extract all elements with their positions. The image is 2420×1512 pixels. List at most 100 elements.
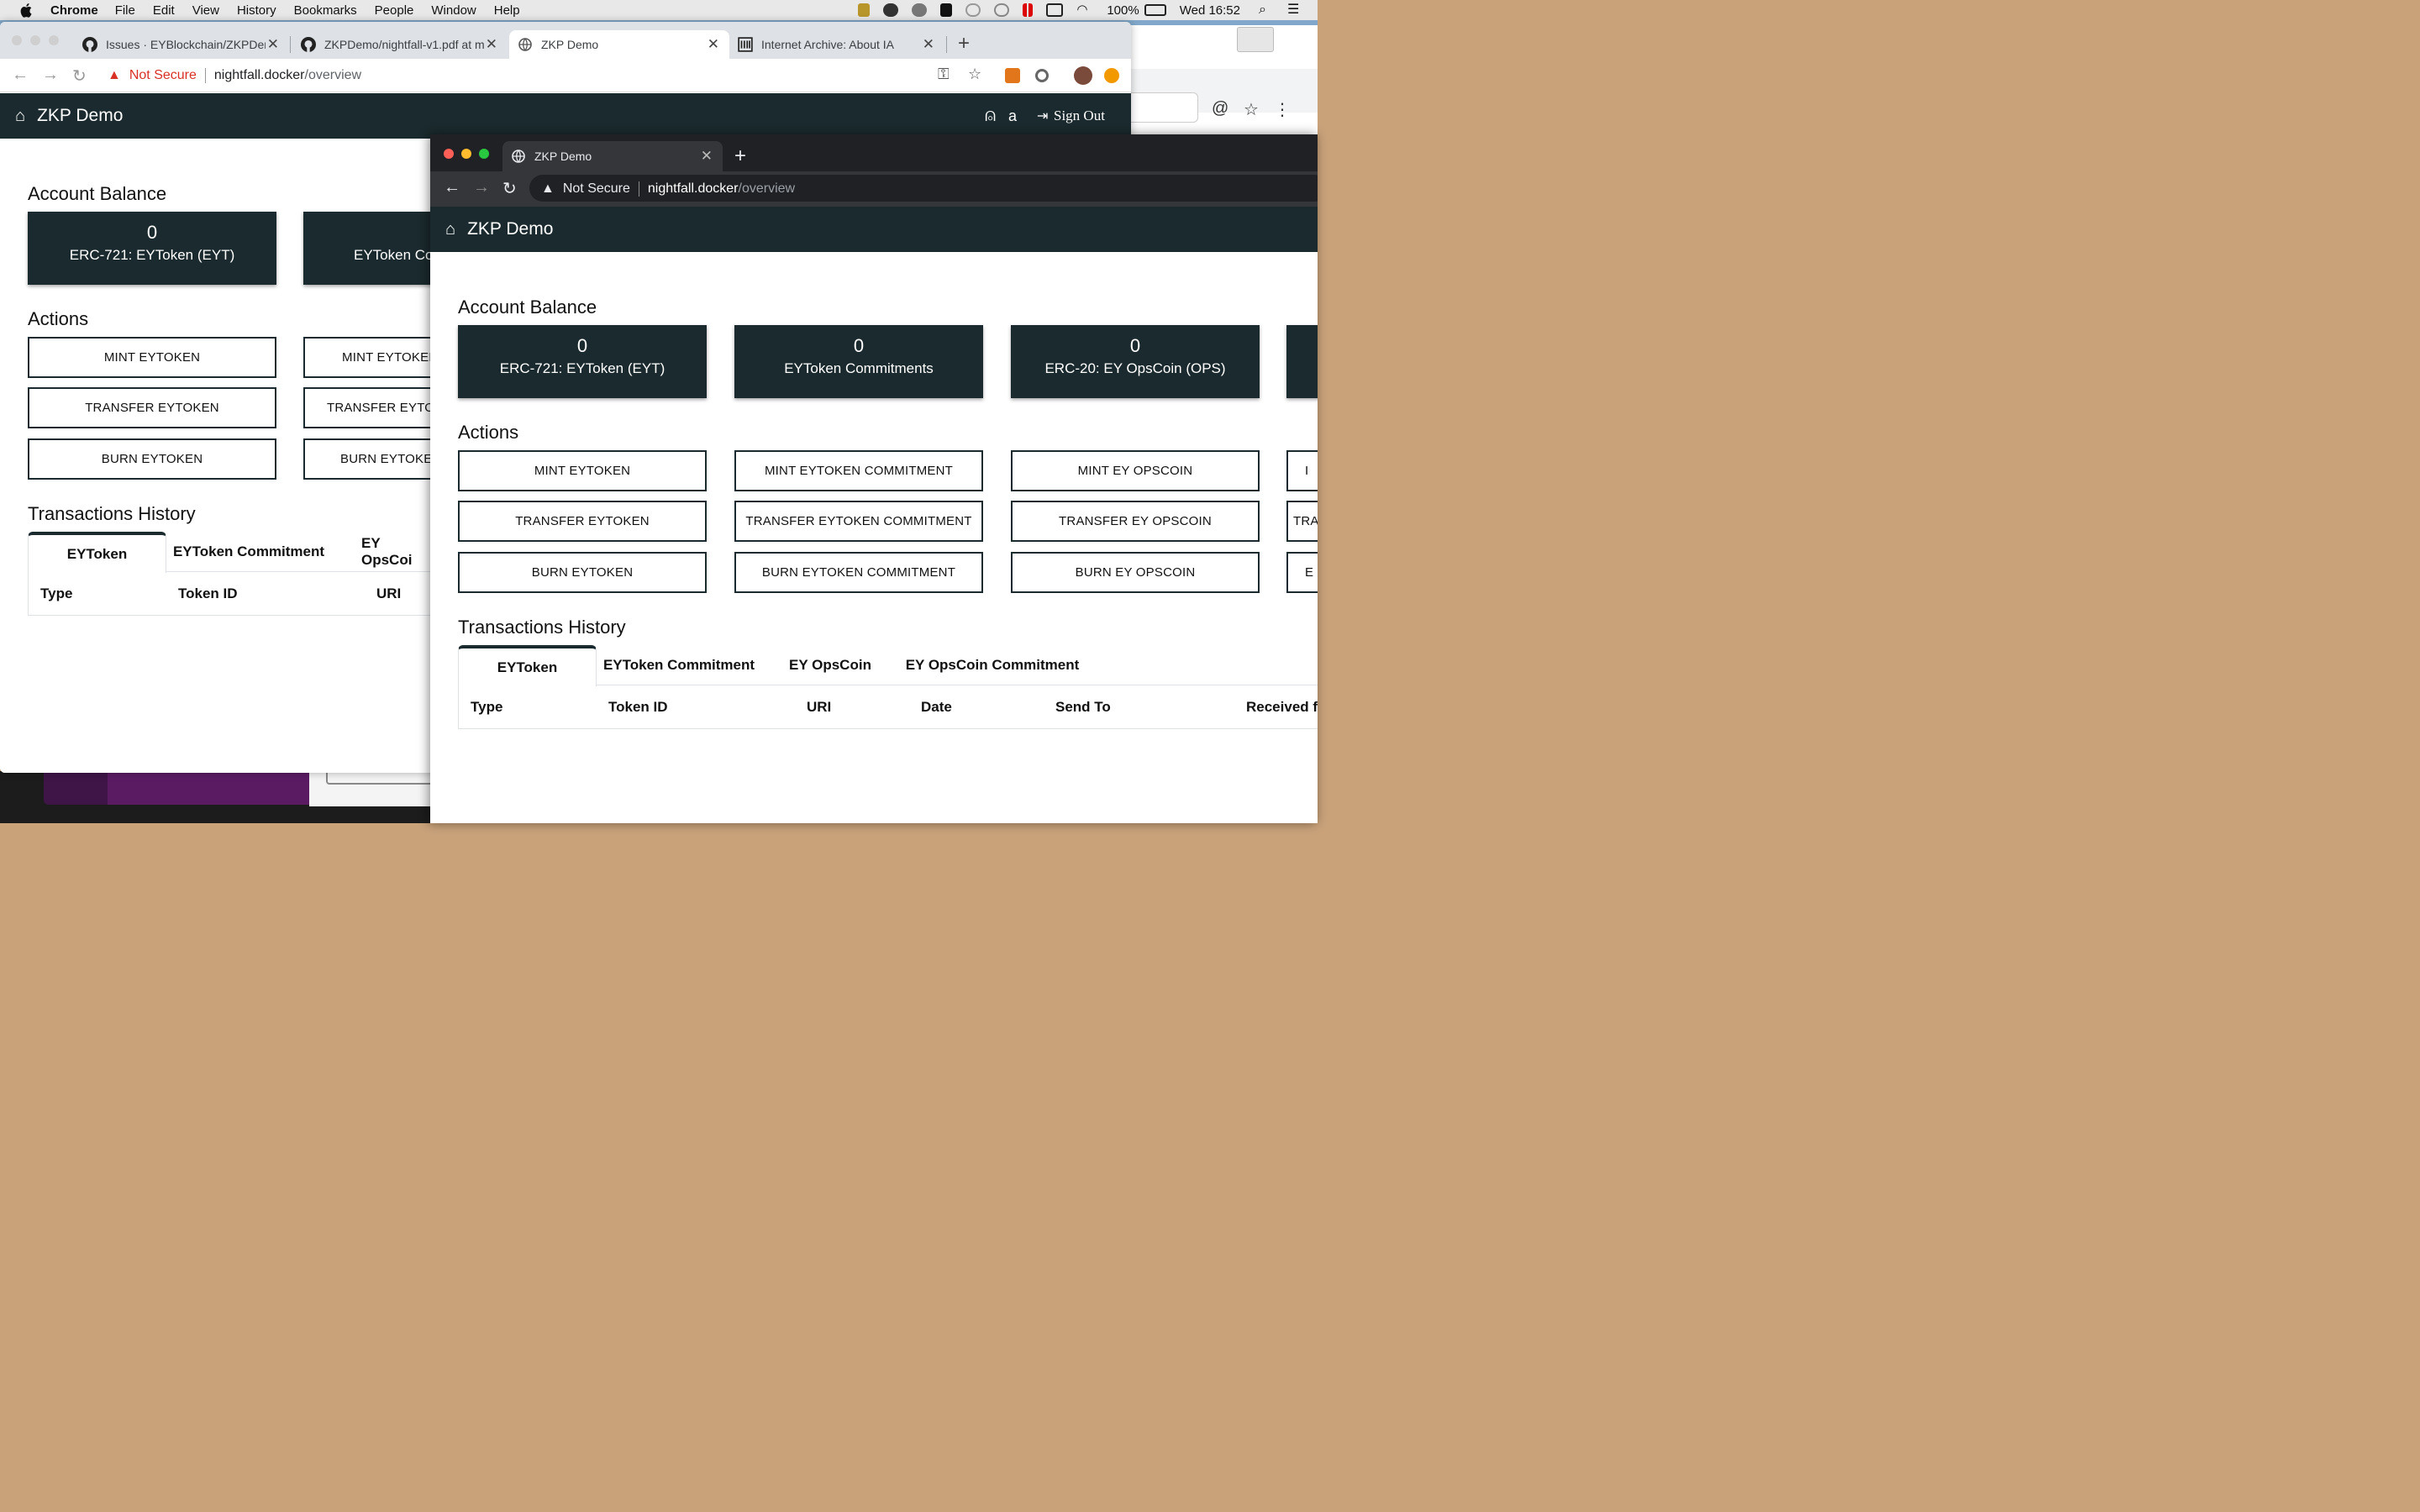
shield-status-icon[interactable] bbox=[858, 3, 871, 17]
burn-eytoken-commitment-button[interactable]: BURN EYTOKEN COMMITMENT bbox=[734, 552, 983, 593]
close-window-button[interactable] bbox=[444, 149, 454, 159]
wifi-icon[interactable]: ◠ bbox=[1076, 3, 1093, 17]
sign-out-link[interactable]: Sign Out bbox=[1054, 108, 1105, 124]
close-window-button[interactable] bbox=[12, 35, 22, 45]
tab-issues[interactable]: Issues · EYBlockchain/ZKPDem ✕ bbox=[74, 30, 289, 59]
forward-arrow-icon[interactable]: → bbox=[42, 66, 59, 85]
menu-app-icon[interactable] bbox=[940, 3, 953, 17]
close-tab-icon[interactable]: ✕ bbox=[923, 36, 934, 53]
profile-avatar[interactable] bbox=[1074, 66, 1092, 85]
username[interactable]: a bbox=[1008, 108, 1017, 125]
home-icon[interactable]: ⌂ bbox=[15, 107, 25, 126]
burn-eytoken-button[interactable]: BURN EYTOKEN bbox=[458, 552, 707, 593]
sign-out-icon[interactable]: ⇥ bbox=[1037, 108, 1048, 124]
menu-app-name[interactable]: Chrome bbox=[50, 3, 98, 18]
transfer-ey-opscoin-commitment-button[interactable]: TRA bbox=[1286, 501, 1318, 542]
tab-ey-opscoin[interactable]: EY OpsCoi bbox=[347, 532, 431, 572]
search-circle-icon[interactable] bbox=[994, 3, 1010, 17]
user-icon[interactable]: ⍝ bbox=[985, 104, 996, 126]
address-bar[interactable]: ▲ Not Secure nightfall.docker /overview bbox=[108, 62, 361, 89]
metamask-extension-icon[interactable] bbox=[1005, 68, 1020, 83]
navbar-brand[interactable]: ZKP Demo bbox=[467, 219, 553, 239]
forward-arrow-icon[interactable]: → bbox=[473, 178, 490, 197]
navbar-brand[interactable]: ZKP Demo bbox=[37, 106, 123, 126]
close-tab-icon[interactable]: ✕ bbox=[486, 36, 497, 53]
tab-zkp-demo[interactable]: ZKP Demo ✕ bbox=[502, 141, 723, 171]
tab-eytoken-commitment[interactable]: EYToken Commitment bbox=[597, 645, 761, 685]
zoom-window-button[interactable] bbox=[49, 35, 59, 45]
menu-view[interactable]: View bbox=[192, 3, 219, 18]
reload-icon[interactable]: ↻ bbox=[72, 66, 87, 87]
tab-eytoken[interactable]: EYToken bbox=[458, 645, 597, 686]
menu-bookmarks[interactable]: Bookmarks bbox=[294, 3, 357, 18]
menu-edit[interactable]: Edit bbox=[153, 3, 175, 18]
burn-ey-opscoin-button[interactable]: BURN EY OPSCOIN bbox=[1011, 552, 1260, 593]
tab-eytoken[interactable]: EYToken bbox=[28, 532, 166, 573]
mint-ey-opscoin-button[interactable]: MINT EY OPSCOIN bbox=[1011, 450, 1260, 491]
address-bar[interactable]: ▲ Not Secure nightfall.docker /overview bbox=[541, 176, 795, 202]
security-indicator[interactable]: Not Secure bbox=[129, 68, 197, 83]
transfer-eytoken-button[interactable]: TRANSFER EYTOKEN bbox=[458, 501, 707, 542]
column-date[interactable]: Date bbox=[921, 699, 952, 716]
menu-history[interactable]: History bbox=[237, 3, 276, 18]
minimize-window-button[interactable] bbox=[461, 149, 471, 159]
transfer-eytoken-commitment-button[interactable]: TRANSFER EYTOKEN COMMITMENT bbox=[734, 501, 983, 542]
cloud-sync-icon[interactable] bbox=[912, 3, 928, 17]
column-type[interactable]: Type bbox=[471, 699, 502, 716]
keyboard-icon[interactable] bbox=[1046, 3, 1064, 17]
column-uri[interactable]: URI bbox=[807, 699, 831, 716]
tab-zkp-demo[interactable]: ZKP Demo ✕ bbox=[509, 30, 729, 59]
battery-icon[interactable] bbox=[1144, 4, 1166, 16]
new-tab-icon[interactable]: + bbox=[734, 144, 746, 168]
new-tab-icon[interactable]: + bbox=[958, 32, 970, 55]
minimize-window-button[interactable] bbox=[30, 35, 40, 45]
apple-menu-icon[interactable] bbox=[18, 3, 35, 18]
column-uri[interactable]: URI bbox=[376, 585, 401, 602]
mint-eytoken-button[interactable]: MINT EYTOKEN bbox=[458, 450, 707, 491]
tab-internet-archive[interactable]: Internet Archive: About IA ✕ bbox=[729, 30, 944, 59]
extension-circle-icon[interactable] bbox=[1035, 69, 1049, 82]
back-arrow-icon[interactable]: ← bbox=[444, 178, 460, 197]
bookmark-star-icon[interactable]: ☆ bbox=[1244, 99, 1259, 120]
security-indicator[interactable]: Not Secure bbox=[563, 181, 630, 197]
tab-nightfall-pdf[interactable]: ZKPDemo/nightfall-v1.pdf at m ✕ bbox=[292, 30, 508, 59]
bookmark-star-icon[interactable]: ☆ bbox=[968, 66, 981, 83]
close-tab-icon[interactable]: ✕ bbox=[701, 148, 713, 165]
back-arrow-icon[interactable]: ← bbox=[12, 66, 29, 85]
tab-ey-opscoin[interactable]: EY OpsCoin bbox=[777, 645, 883, 685]
progress-ring-icon[interactable] bbox=[965, 3, 981, 17]
column-token-id[interactable]: Token ID bbox=[608, 699, 668, 716]
mint-eytoken-commitment-button[interactable]: MINT EYTOKEN COMMITMENT bbox=[734, 450, 983, 491]
menu-file[interactable]: File bbox=[115, 3, 135, 18]
transfer-eytoken-button[interactable]: TRANSFER EYTOKEN bbox=[28, 387, 276, 428]
pause-status-icon[interactable] bbox=[1023, 3, 1034, 17]
tab-eytoken-commitment[interactable]: EYToken Commitment bbox=[166, 532, 331, 572]
menubar-clock[interactable]: Wed 16:52 bbox=[1180, 3, 1240, 18]
notification-center-icon[interactable]: ☰ bbox=[1287, 3, 1302, 17]
column-received-from[interactable]: Received fr bbox=[1246, 699, 1318, 716]
close-tab-icon[interactable]: ✕ bbox=[267, 36, 279, 53]
column-token-id[interactable]: Token ID bbox=[178, 585, 238, 602]
zoom-window-button[interactable] bbox=[479, 149, 489, 159]
spotlight-search-icon[interactable]: ⌕ bbox=[1259, 3, 1274, 17]
home-icon[interactable]: ⌂ bbox=[445, 220, 455, 239]
mint-eytoken-button[interactable]: MINT EYTOKEN bbox=[28, 337, 276, 378]
more-menu-icon[interactable]: ⋮ bbox=[1274, 99, 1291, 120]
update-icon[interactable] bbox=[1104, 68, 1119, 83]
at-sign-icon[interactable]: @ bbox=[1212, 99, 1228, 118]
transactions-history-title: Transactions History bbox=[28, 503, 196, 524]
reload-icon[interactable]: ↻ bbox=[502, 178, 517, 199]
menu-window[interactable]: Window bbox=[431, 3, 476, 18]
close-tab-icon[interactable]: ✕ bbox=[708, 36, 719, 53]
tab-ey-opscoin-commitment[interactable]: EY OpsCoin Commitment bbox=[895, 645, 1090, 685]
burn-eytoken-button[interactable]: BURN EYTOKEN bbox=[28, 438, 276, 480]
key-icon[interactable]: ⚿ bbox=[938, 66, 950, 83]
menu-help[interactable]: Help bbox=[494, 3, 520, 18]
docker-icon[interactable] bbox=[883, 3, 899, 17]
burn-ey-opscoin-commitment-button[interactable]: E bbox=[1286, 552, 1318, 593]
menu-people[interactable]: People bbox=[375, 3, 414, 18]
mint-ey-opscoin-commitment-button[interactable]: I bbox=[1286, 450, 1318, 491]
column-send-to[interactable]: Send To bbox=[1055, 699, 1111, 716]
transfer-ey-opscoin-button[interactable]: TRANSFER EY OPSCOIN bbox=[1011, 501, 1260, 542]
column-type[interactable]: Type bbox=[40, 585, 72, 602]
